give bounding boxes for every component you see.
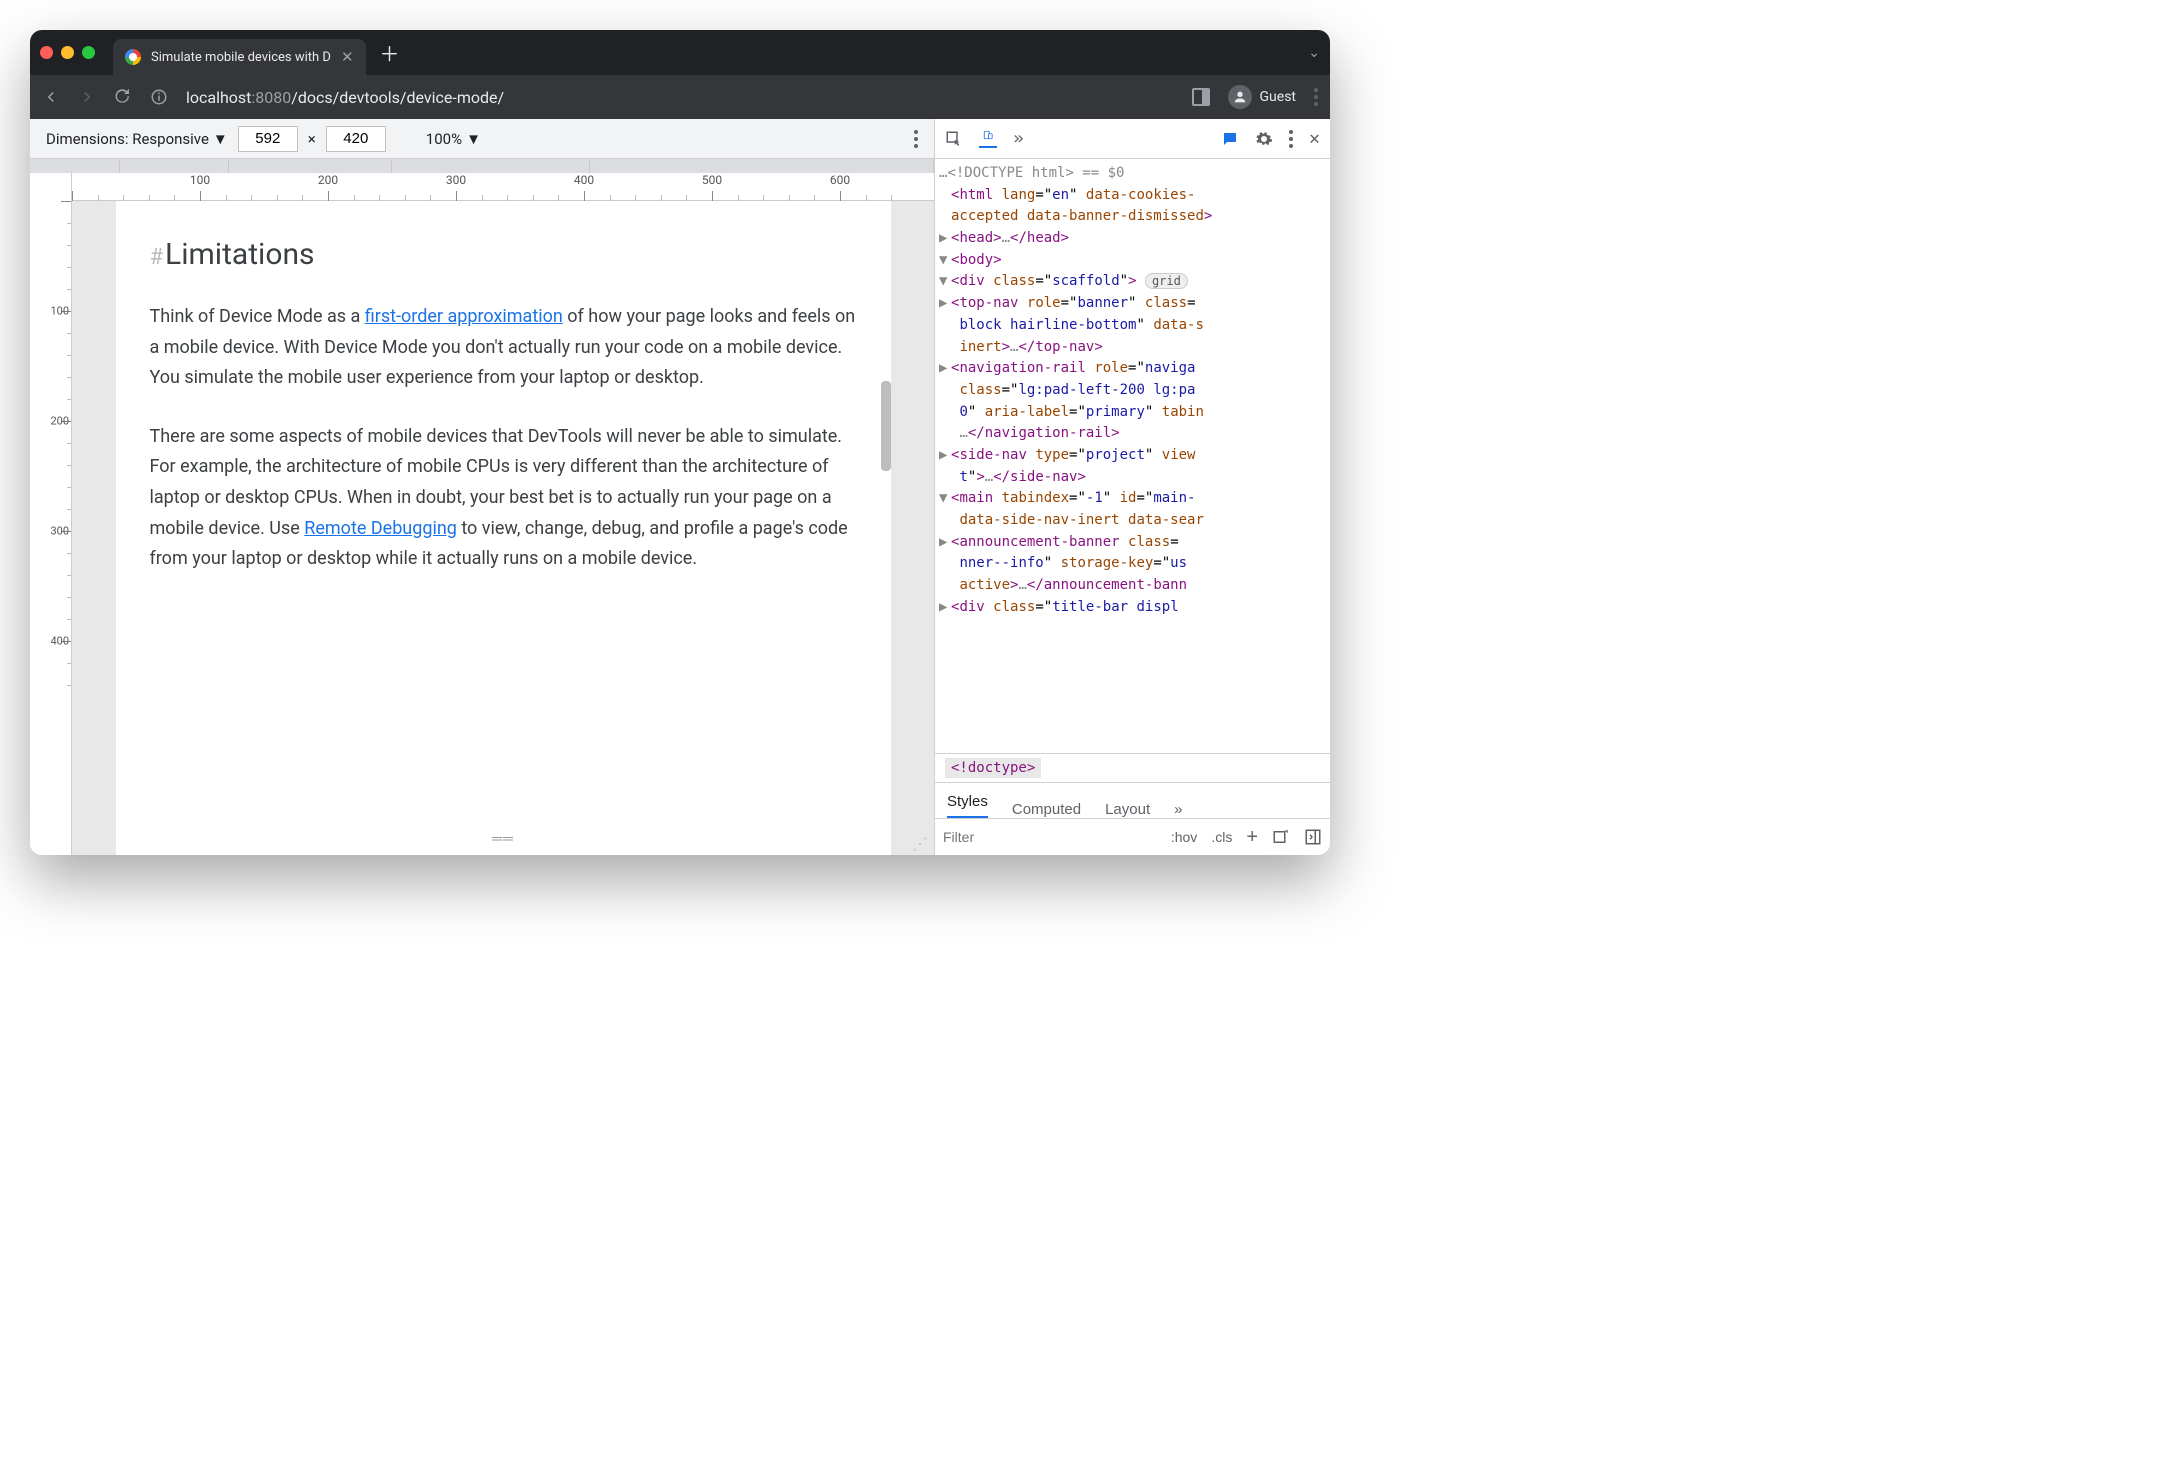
url-field[interactable]: localhost:8080/docs/devtools/device-mode… xyxy=(186,88,1174,107)
drag-handle-icon[interactable]: ══ xyxy=(492,830,514,847)
tab-styles[interactable]: Styles xyxy=(947,793,988,818)
dimension-separator: × xyxy=(308,130,316,148)
horizontal-ruler: 100200300400500600 xyxy=(72,173,934,201)
devtools-menu-icon[interactable] xyxy=(1289,130,1293,148)
dom-tree-line[interactable]: data-side-nav-inert data-sear xyxy=(939,510,1330,532)
close-devtools-icon[interactable]: ✕ xyxy=(1309,128,1320,149)
dom-tree[interactable]: …<!DOCTYPE html> == $0 <html lang="en" d… xyxy=(935,159,1330,753)
styles-filter-bar: :hov .cls + xyxy=(935,819,1330,855)
feedback-icon[interactable] xyxy=(1221,130,1239,148)
page-content[interactable]: #Limitations Think of Device Mode as a f… xyxy=(116,201,891,855)
settings-gear-icon[interactable] xyxy=(1255,130,1273,148)
breakpoint-strip[interactable] xyxy=(30,159,934,173)
tab-computed[interactable]: Computed xyxy=(1012,801,1081,818)
inspect-element-icon[interactable] xyxy=(945,130,963,148)
minimize-window[interactable] xyxy=(61,46,74,59)
side-panel-icon[interactable] xyxy=(1192,88,1210,106)
styles-tabs: Styles Computed Layout » xyxy=(935,783,1330,819)
back-icon[interactable] xyxy=(42,88,60,106)
dom-tree-line[interactable]: ▼<body> xyxy=(939,250,1330,272)
hov-toggle[interactable]: :hov xyxy=(1171,829,1197,845)
vertical-ruler: 100200300400 xyxy=(30,173,72,855)
site-info-icon[interactable] xyxy=(150,88,168,106)
profile-button[interactable]: Guest xyxy=(1228,85,1296,109)
devtools-toolbar: » ✕ xyxy=(935,119,1330,159)
device-toggle-icon[interactable] xyxy=(979,130,997,148)
new-tab-button[interactable]: ＋ xyxy=(380,38,400,67)
paragraph-2: There are some aspects of mobile devices… xyxy=(150,422,857,575)
styles-filter-input[interactable] xyxy=(943,829,1033,845)
scrollbar-thumb[interactable] xyxy=(881,381,891,471)
dom-tree-line[interactable]: block hairline-bottom" data-s xyxy=(939,315,1330,337)
browser-menu-icon[interactable] xyxy=(1314,88,1318,106)
close-tab-icon[interactable]: ✕ xyxy=(341,48,354,66)
dom-tree-line[interactable]: class="lg:pad-left-200 lg:pa xyxy=(939,380,1330,402)
devtools-panel: » ✕ …<!DOCTYPE html> == $0 <html lang="e… xyxy=(935,119,1330,855)
dom-tree-line[interactable]: ▶<div class="title-bar displ xyxy=(939,597,1330,619)
dom-tree-line[interactable]: ▶<navigation-rail role="naviga xyxy=(939,358,1330,380)
device-toolbar-menu-icon[interactable] xyxy=(914,130,918,148)
dom-tree-line[interactable]: ▼<div class="scaffold"> grid xyxy=(939,271,1330,293)
dom-tree-line[interactable]: ▶<announcement-banner class= xyxy=(939,532,1330,554)
dom-tree-line[interactable]: ▶<side-nav type="project" view xyxy=(939,445,1330,467)
dimensions-dropdown[interactable]: Dimensions: Responsive ▼ xyxy=(46,130,228,148)
dom-tree-line[interactable]: nner--info" storage-key="us xyxy=(939,553,1330,575)
dom-tree-line[interactable]: <html lang="en" data-cookies- xyxy=(939,185,1330,207)
close-window[interactable] xyxy=(40,46,53,59)
tab-layout[interactable]: Layout xyxy=(1105,801,1150,818)
dom-tree-line[interactable]: inert>…</top-nav> xyxy=(939,337,1330,359)
titlebar: Simulate mobile devices with D ✕ ＋ ⌄ xyxy=(30,30,1330,75)
viewport-height-input[interactable] xyxy=(326,126,386,152)
device-toolbar: Dimensions: Responsive ▼ × 100% ▼ xyxy=(30,119,934,159)
rendering-icon[interactable] xyxy=(1272,828,1290,846)
breadcrumb-bar[interactable]: <!doctype> xyxy=(935,753,1330,783)
dom-tree-line[interactable]: t">…</side-nav> xyxy=(939,467,1330,489)
paragraph-1: Think of Device Mode as a first-order ap… xyxy=(150,302,857,394)
avatar-icon xyxy=(1228,85,1252,109)
remote-debugging-link[interactable]: Remote Debugging xyxy=(304,518,457,539)
maximize-window[interactable] xyxy=(82,46,95,59)
resize-handle-icon[interactable]: ⋰ xyxy=(912,839,928,849)
device-viewport-pane: Dimensions: Responsive ▼ × 100% ▼ 100200… xyxy=(30,119,935,855)
dom-tree-line[interactable]: accepted data-banner-dismissed> xyxy=(939,206,1330,228)
more-styles-tabs-icon[interactable]: » xyxy=(1174,801,1182,818)
address-bar: localhost:8080/docs/devtools/device-mode… xyxy=(30,75,1330,119)
chrome-favicon-icon xyxy=(125,49,141,65)
dom-tree-line[interactable]: …</navigation-rail> xyxy=(939,423,1330,445)
zoom-dropdown[interactable]: 100% ▼ xyxy=(426,130,481,148)
computed-panel-icon[interactable] xyxy=(1304,828,1322,846)
tab-title: Simulate mobile devices with D xyxy=(151,50,331,65)
rendered-page: #Limitations Think of Device Mode as a f… xyxy=(72,201,934,855)
window-controls xyxy=(40,46,95,59)
more-tabs-icon[interactable]: » xyxy=(1013,128,1024,149)
reload-icon[interactable] xyxy=(114,88,132,106)
page-heading: #Limitations xyxy=(150,229,857,280)
dom-tree-line[interactable]: 0" aria-label="primary" tabin xyxy=(939,402,1330,424)
dom-tree-line[interactable]: ▶<top-nav role="banner" class= xyxy=(939,293,1330,315)
dom-tree-line[interactable]: ▼<main tabindex="-1" id="main- xyxy=(939,488,1330,510)
dom-tree-line[interactable]: active>…</announcement-bann xyxy=(939,575,1330,597)
viewport-width-input[interactable] xyxy=(238,126,298,152)
anchor-hash-icon[interactable]: # xyxy=(150,245,164,270)
browser-window: Simulate mobile devices with D ✕ ＋ ⌄ loc… xyxy=(30,30,1330,855)
cls-toggle[interactable]: .cls xyxy=(1211,829,1232,845)
new-style-rule-icon[interactable]: + xyxy=(1246,826,1258,849)
first-order-approximation-link[interactable]: first-order approximation xyxy=(365,306,563,327)
dom-tree-line[interactable]: ▶<head>…</head> xyxy=(939,228,1330,250)
forward-icon[interactable] xyxy=(78,88,96,106)
tabs-dropdown-icon[interactable]: ⌄ xyxy=(1308,45,1320,61)
browser-tab[interactable]: Simulate mobile devices with D ✕ xyxy=(113,39,366,75)
